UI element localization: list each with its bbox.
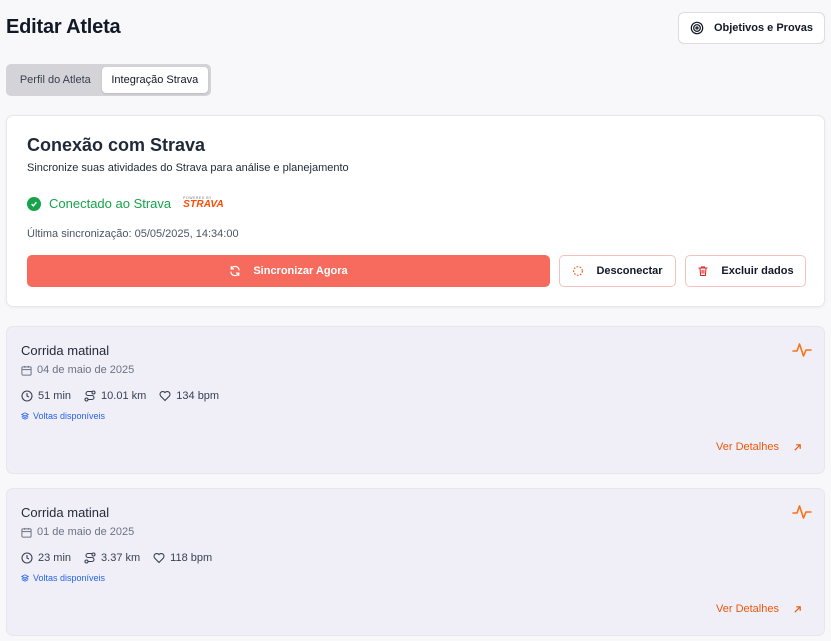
heart-rate-stat: 134 bpm xyxy=(159,390,219,402)
duration-stat: 51 min xyxy=(21,390,71,402)
delete-data-label: Excluir dados xyxy=(721,265,794,277)
disconnect-label: Desconectar xyxy=(596,265,663,277)
laps-label: Voltas disponíveis xyxy=(33,573,106,583)
target-icon xyxy=(690,21,704,35)
activity-name: Corrida matinal xyxy=(21,343,110,358)
heart-rate-value: 118 bpm xyxy=(170,552,213,564)
clock-icon xyxy=(21,390,33,402)
duration-value: 51 min xyxy=(38,390,72,402)
activity-card: Corrida matinal 04 de maio de 2025 51 mi… xyxy=(6,326,825,474)
activity-pulse-icon xyxy=(792,343,812,357)
refresh-icon xyxy=(230,265,241,277)
route-icon xyxy=(84,552,96,564)
clock-icon xyxy=(21,552,33,564)
route-icon xyxy=(84,390,96,402)
page-title: Editar Atleta xyxy=(6,16,121,38)
strava-card-title: Conexão com Strava xyxy=(27,135,206,155)
distance-stat: 10.01 km xyxy=(84,390,146,402)
strava-logo: POWERED BY STRAVA xyxy=(183,195,224,211)
activity-stats: 23 min 3.37 km 118 bpm xyxy=(21,552,225,564)
activity-card: Corrida matinal 01 de maio de 2025 23 mi… xyxy=(6,488,825,636)
distance-value: 10.01 km xyxy=(101,390,147,402)
heart-rate-stat: 118 bpm xyxy=(153,552,212,564)
arrow-up-right-icon xyxy=(794,605,801,613)
last-sync-text: Última sincronização: 05/05/2025, 14:34:… xyxy=(27,228,239,240)
tab-strava-integration[interactable]: Integração Strava xyxy=(101,67,208,93)
disconnect-button[interactable]: Desconectar xyxy=(559,255,676,287)
connection-status: Conectado ao Strava POWERED BY STRAVA xyxy=(27,196,224,211)
layers-icon xyxy=(21,574,29,582)
heart-icon xyxy=(153,552,165,564)
calendar-icon xyxy=(21,527,32,538)
view-details-link[interactable]: Ver Detalhes xyxy=(716,441,802,453)
view-details-link[interactable]: Ver Detalhes xyxy=(716,603,802,615)
trash-icon xyxy=(698,266,709,277)
laps-label: Voltas disponíveis xyxy=(33,411,106,421)
tab-list: Perfil do Atleta Integração Strava xyxy=(6,64,211,96)
layers-icon xyxy=(21,412,29,420)
view-details-label: Ver Detalhes xyxy=(716,441,779,453)
distance-stat: 3.37 km xyxy=(84,552,140,564)
heart-rate-value: 134 bpm xyxy=(176,390,220,402)
activity-date-text: 01 de maio de 2025 xyxy=(37,526,135,538)
unlink-icon xyxy=(573,266,584,276)
arrow-up-right-icon xyxy=(794,443,801,451)
strava-card-subtitle: Sincronize suas atividades do Strava par… xyxy=(27,162,349,174)
strava-connection-card: Conexão com Strava Sincronize suas ativi… xyxy=(6,115,825,307)
connection-status-text: Conectado ao Strava xyxy=(49,196,172,211)
calendar-icon xyxy=(21,365,32,376)
activity-date: 04 de maio de 2025 xyxy=(21,364,134,376)
activity-date: 01 de maio de 2025 xyxy=(21,526,134,538)
heart-icon xyxy=(159,390,171,402)
tab-athlete-profile[interactable]: Perfil do Atleta xyxy=(9,67,102,93)
check-circle-icon xyxy=(27,196,41,211)
distance-value: 3.37 km xyxy=(101,552,141,564)
goals-button[interactable]: Objetivos e Provas xyxy=(678,12,825,44)
sync-now-label: Sincronizar Agora xyxy=(253,265,348,277)
laps-available[interactable]: Voltas disponíveis xyxy=(21,411,105,421)
sync-now-button[interactable]: Sincronizar Agora xyxy=(27,255,550,287)
activity-pulse-icon xyxy=(792,505,812,519)
duration-value: 23 min xyxy=(38,552,72,564)
laps-available[interactable]: Voltas disponíveis xyxy=(21,573,105,583)
activity-name: Corrida matinal xyxy=(21,505,110,520)
activity-date-text: 04 de maio de 2025 xyxy=(37,364,135,376)
view-details-label: Ver Detalhes xyxy=(716,603,779,615)
goals-button-label: Objetivos e Provas xyxy=(713,22,814,34)
delete-data-button[interactable]: Excluir dados xyxy=(685,255,806,287)
duration-stat: 23 min xyxy=(21,552,71,564)
activity-stats: 51 min 10.01 km 134 bpm xyxy=(21,390,232,402)
